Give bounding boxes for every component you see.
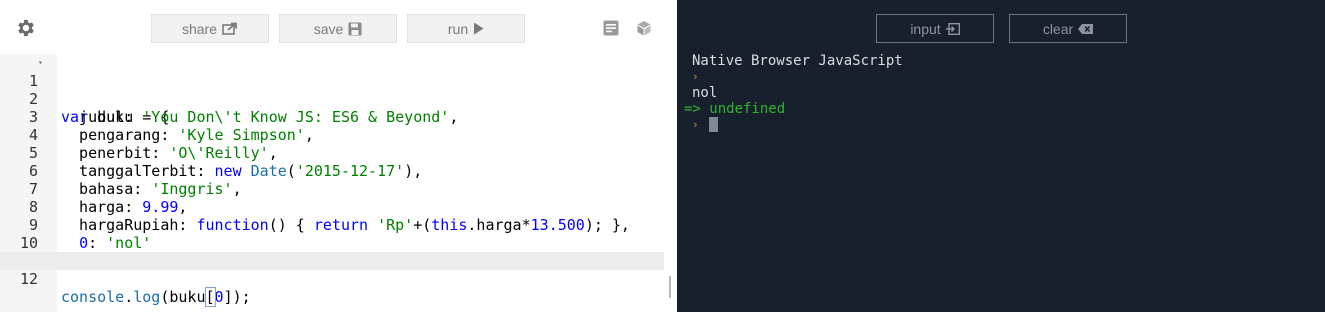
console-result: => undefined xyxy=(684,101,786,117)
code-line: 4 penerbit: 'O\'Reilly', xyxy=(0,108,664,162)
prompt-chevron-icon: › xyxy=(692,118,699,131)
code-line: 9 0: 'nol' xyxy=(0,198,664,252)
cube-icon[interactable] xyxy=(636,20,652,36)
code-line: 1 ▾ var buku = { xyxy=(0,54,664,126)
code-line: 5 tanggalTerbit: new Date('2015-12-17'), xyxy=(0,126,664,180)
run-label: run xyxy=(447,20,469,37)
share-button[interactable]: share xyxy=(151,14,269,43)
active-code-line: 12 console.log(buku[0]); xyxy=(0,252,664,307)
code-token: . xyxy=(124,288,134,306)
share-icon xyxy=(222,22,237,35)
backspace-icon xyxy=(1078,23,1094,34)
code-text: console.log(buku[0]); xyxy=(61,287,251,307)
line-number: 12 xyxy=(19,270,38,288)
console-log-output: nol xyxy=(692,85,718,101)
code-token: (buku xyxy=(160,288,206,306)
input-label: input xyxy=(910,20,941,37)
prompt-chevron-icon: › xyxy=(692,70,699,83)
code-line: 3 pengarang: 'Kyle Simpson', xyxy=(0,90,664,144)
pane-divider[interactable] xyxy=(664,0,677,312)
share-label: share xyxy=(181,20,218,37)
code-line: 11 xyxy=(0,234,664,270)
editor-pane: share save run 1 ▾ var buku = {2 judul:… xyxy=(0,0,666,312)
code-token: 0 xyxy=(214,288,224,306)
save-label: save xyxy=(313,20,344,37)
resize-handle[interactable] xyxy=(669,276,671,298)
play-icon xyxy=(474,22,484,35)
code-editor[interactable]: 1 ▾ var buku = { 2 judul: 'You Don\'t Kn… xyxy=(0,54,664,312)
matching-bracket: [ xyxy=(204,287,216,307)
code-token: log xyxy=(133,288,161,306)
code-line: 6 bahasa: 'Inggris', xyxy=(0,144,664,198)
code-token: ] xyxy=(223,288,233,306)
console-header: Native Browser JavaScript xyxy=(692,53,903,69)
code-token: ); xyxy=(232,288,251,306)
console-pane: input clear Native Browser JavaScript › … xyxy=(677,0,1325,312)
code-line: 7 harga: 9.99, xyxy=(0,162,664,216)
clear-label: clear xyxy=(1042,20,1074,37)
input-button[interactable]: input xyxy=(876,14,994,43)
clear-button[interactable]: clear xyxy=(1009,14,1127,43)
code-token: console xyxy=(61,288,125,306)
code-line: 8 hargaRupiah: function() { return 'Rp'+… xyxy=(0,180,664,234)
fold-toggle-icon[interactable]: ▾ xyxy=(38,54,46,72)
gear-icon[interactable] xyxy=(15,17,37,39)
run-button[interactable]: run xyxy=(407,14,525,43)
console-input-caret[interactable] xyxy=(709,117,718,132)
code-line: 10 }; xyxy=(0,216,664,270)
code-line: 2 judul: 'You Don\'t Know JS: ES6 & Beyo… xyxy=(0,72,664,126)
floppy-disk-icon xyxy=(348,22,362,35)
enter-input-icon xyxy=(945,22,960,35)
editor-toolbar: share save run xyxy=(0,0,666,54)
document-icon[interactable] xyxy=(603,20,619,36)
save-button[interactable]: save xyxy=(279,14,397,43)
